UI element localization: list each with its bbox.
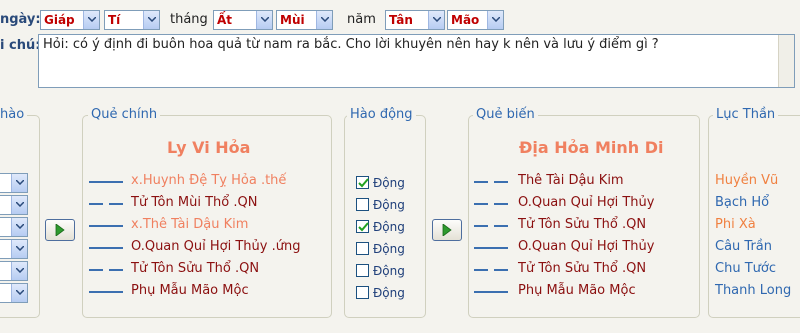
nam-can-value: Tân: [389, 13, 413, 27]
play-icon: [442, 224, 452, 236]
yin-line-right: [494, 225, 508, 227]
yin-line-right: [494, 203, 508, 205]
chevron-down-icon[interactable]: [83, 11, 99, 29]
dong-label: Động: [373, 220, 405, 234]
hao-text: x.Thê Tài Dậu Kim: [131, 217, 249, 232]
hao-text: Tử Tôn Sửu Thổ .QN: [518, 217, 647, 232]
que-chinh-title: Quẻ chính: [88, 107, 161, 122]
hao-text: O.Quan Quỉ Hợi Thủy: [518, 239, 655, 254]
luc-than-item: Thanh Long: [715, 283, 792, 298]
yin-line-left: [89, 269, 103, 271]
dong-checkbox[interactable]: [356, 286, 369, 299]
transform-button[interactable]: [432, 219, 462, 241]
hao-select-4[interactable]: [0, 239, 28, 259]
yang-line: [474, 291, 508, 293]
ngay-label: ngày:: [0, 12, 41, 27]
que-bien-title: Quẻ biến: [473, 107, 538, 122]
chevron-down-icon[interactable]: [143, 11, 159, 29]
dong-checkbox[interactable]: [356, 176, 369, 189]
hao-select-3[interactable]: [0, 217, 28, 237]
hao-select-2[interactable]: [0, 195, 28, 215]
luc-than-item: Huyền Vũ: [715, 173, 779, 188]
yin-line-left: [474, 203, 488, 205]
luc-than-item: Chu Tước: [715, 261, 776, 276]
hao-text: Tử Tôn Sửu Thổ .QN: [131, 261, 260, 276]
nam-chi-value: Mão: [451, 13, 480, 27]
thang-can-select[interactable]: Ất: [213, 10, 273, 30]
nam-can-select[interactable]: Tân: [385, 10, 445, 30]
que-chinh-name: Ly Vi Hỏa: [167, 138, 251, 157]
dong-checkbox[interactable]: [356, 198, 369, 211]
question-textarea[interactable]: Hỏi: có ý định đi buôn hoa quả từ nam ra…: [38, 34, 795, 88]
hao-text: O.Quan Quỉ Hợi Thủy .ứng: [131, 239, 301, 254]
yang-line: [89, 291, 123, 293]
yin-line-right: [494, 181, 508, 183]
question-text: Hỏi: có ý định đi buôn hoa quả từ nam ra…: [43, 37, 659, 52]
chevron-down-icon[interactable]: [487, 11, 503, 29]
yin-line-right: [494, 269, 508, 271]
hao-text: Tử Tôn Mùi Thổ .QN: [131, 195, 258, 210]
ngay-can-select[interactable]: Giáp: [40, 10, 100, 30]
dong-label: Động: [373, 176, 405, 190]
dong-label: Động: [373, 286, 405, 300]
yin-line-left: [474, 181, 488, 183]
hao-select-5[interactable]: [0, 261, 28, 281]
yin-line-left: [89, 203, 103, 205]
dong-checkbox[interactable]: [356, 220, 369, 233]
hao-text: x.Huynh Đệ Tỵ Hỏa .thế: [131, 173, 287, 188]
yang-line: [89, 225, 123, 227]
hao-text: Phụ Mẫu Mão Mộc: [518, 283, 636, 298]
que-bien-name: Địa Hỏa Minh Di: [519, 138, 664, 157]
luc-than-item: Câu Trần: [715, 239, 772, 254]
yin-line-left: [474, 225, 488, 227]
ngay-chi-value: Tí: [108, 13, 121, 27]
cast-button[interactable]: [45, 219, 75, 241]
thang-label: tháng: [170, 12, 208, 27]
yin-line-right: [109, 203, 123, 205]
hao-select-1[interactable]: [0, 173, 28, 193]
luc-than-item: Bạch Hổ: [715, 195, 770, 210]
chevron-down-icon[interactable]: [11, 218, 27, 236]
yang-line: [89, 181, 123, 183]
yin-line-right: [109, 269, 123, 271]
yin-line-left: [474, 269, 488, 271]
dong-label: Động: [373, 264, 405, 278]
left-group-title: hào: [0, 107, 28, 122]
yang-line: [474, 247, 508, 249]
nam-label: năm: [347, 12, 376, 27]
dong-checkbox[interactable]: [356, 242, 369, 255]
note-label: i chú:: [0, 38, 41, 53]
dong-label: Động: [373, 198, 405, 212]
dong-checkbox[interactable]: [356, 264, 369, 277]
chevron-down-icon[interactable]: [11, 262, 27, 280]
thang-can-value: Ất: [217, 13, 233, 27]
note-scrollbar[interactable]: [778, 35, 794, 87]
ngay-chi-select[interactable]: Tí: [104, 10, 160, 30]
hao-text: Tử Tôn Sửu Thổ .QN: [518, 261, 647, 276]
chevron-down-icon[interactable]: [11, 174, 27, 192]
hao-select-6[interactable]: [0, 283, 28, 303]
yang-line: [89, 247, 123, 249]
thang-chi-value: Mùi: [280, 13, 305, 27]
chevron-down-icon[interactable]: [316, 11, 332, 29]
nam-chi-select[interactable]: Mão: [447, 10, 504, 30]
chevron-down-icon[interactable]: [256, 11, 272, 29]
dong-label: Động: [373, 242, 405, 256]
hao-text: Phụ Mẫu Mão Mộc: [131, 283, 249, 298]
chevron-down-icon[interactable]: [11, 240, 27, 258]
hao-text: O.Quan Quỉ Hợi Thủy: [518, 195, 655, 210]
luc-than-item: Phi Xà: [715, 217, 756, 232]
play-icon: [55, 224, 65, 236]
ngay-can-value: Giáp: [44, 13, 75, 27]
chevron-down-icon[interactable]: [11, 196, 27, 214]
chevron-down-icon[interactable]: [11, 284, 27, 302]
luc-than-title: Lục Thần: [713, 107, 779, 122]
chevron-down-icon[interactable]: [428, 11, 444, 29]
hao-text: Thê Tài Dậu Kim: [518, 173, 624, 188]
thang-chi-select[interactable]: Mùi: [276, 10, 333, 30]
hao-dong-title: Hào động: [347, 107, 416, 122]
